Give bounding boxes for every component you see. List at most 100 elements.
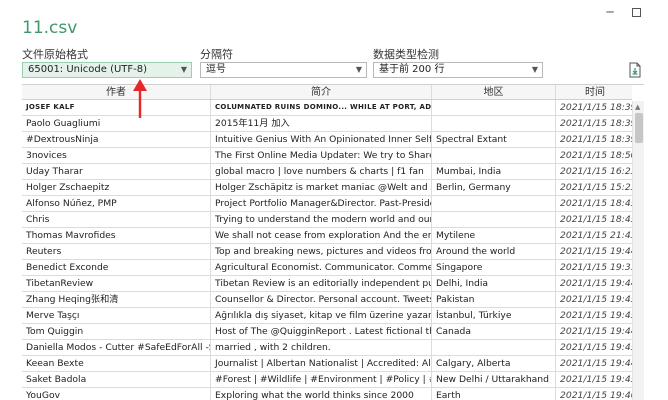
table-cell: 2021/1/15 21:43:0 — [560, 230, 634, 241]
table-cell: 2021/1/15 19:46:1 — [560, 390, 634, 400]
table-cell: Spectral Extant — [432, 132, 556, 147]
table-cell: Pakistan — [432, 292, 556, 307]
table-row: TibetanReview Tibetan Review is an editor… — [22, 276, 634, 292]
table-cell: Ağrılıkla dış siyaset, kitap ve film üze… — [211, 308, 432, 323]
table-cell — [432, 212, 556, 227]
table-cell: 2021/1/15 18:45:1 — [560, 198, 634, 209]
table-cell: 2021/1/15 18:45:5 — [560, 214, 634, 225]
table-cell: Thomas Mavrofides — [22, 228, 211, 243]
maximize-button[interactable] — [626, 4, 646, 20]
table-cell: Benedict Exconde — [22, 260, 211, 275]
table-cell: Holger Zschäpitz is market maniac @Welt … — [211, 180, 432, 195]
vertical-scrollbar[interactable]: ▲ — [632, 101, 644, 400]
detection-value: 基于前 200 行 — [379, 64, 445, 75]
table-cell: Merve Taşçı — [22, 308, 211, 323]
table-row: JOSEF KALF COLUMNATED RUINS DOMINO... WHI… — [22, 100, 634, 116]
detection-dropdown[interactable]: 基于前 200 行 ▼ — [373, 62, 543, 78]
table-cell — [432, 196, 556, 211]
export-sheet-icon[interactable] — [628, 62, 642, 78]
table-cell: Tom Quiggin — [22, 324, 211, 339]
table-cell: Intuitive Genius With An Opinionated Inn… — [211, 132, 432, 147]
table-cell: Singapore — [432, 260, 556, 275]
table-row: Merve Taşçı Ağrılıkla dış siyaset, kitap … — [22, 308, 634, 324]
table-cell: Project Portfolio Manager&Director. Past… — [211, 196, 432, 211]
delimiter-dropdown[interactable]: 逗号 ▼ — [200, 62, 367, 78]
table-cell: 3novices — [22, 148, 211, 163]
table-cell: New Delhi / Uttarakhand — [432, 372, 556, 387]
table-cell: 2021/1/15 18:39:5 — [560, 118, 634, 129]
table-cell: Uday Tharar — [22, 164, 211, 179]
table-row: Saket Badola #Forest | #Wildlife | #Envir… — [22, 372, 634, 388]
table-row: Tom Quiggin Host of The @QuigginReport . … — [22, 324, 634, 340]
chevron-down-icon: ▼ — [355, 65, 362, 74]
table-cell: Calgary, Alberta — [432, 356, 556, 371]
table-row: Paolo Guagliumi 2015年11月 加入 2021/1/15 18:3… — [22, 116, 634, 132]
scroll-up-icon[interactable]: ▲ — [635, 103, 640, 111]
red-arrow-annotation — [133, 79, 147, 118]
preview-table[interactable]: 作者 简介 地区 时间 JOSEF KALF COLUMNATED RUINS D… — [22, 84, 644, 400]
table-cell: Top and breaking news, pictures and vide… — [211, 244, 432, 259]
table-row: Chris Trying to understand the modern wor… — [22, 212, 634, 228]
table-cell: 2021/1/15 19:44:5 — [560, 278, 634, 289]
table-cell — [432, 340, 556, 355]
table-cell: Agricultural Economist. Communicator. Co… — [211, 260, 432, 275]
table-cell: Earth — [432, 388, 556, 400]
table-cell: 2021/1/15 18:39:1 — [560, 134, 634, 145]
scrollbar-thumb[interactable] — [635, 113, 643, 143]
table-cell: Tibetan Review is an editorially indepen… — [211, 276, 432, 291]
table-cell: global macro | love numbers & charts | f… — [211, 164, 432, 179]
table-cell: Around the world — [432, 244, 556, 259]
table-cell: 2021/1/15 15:23:1 — [560, 182, 634, 193]
maximize-icon — [631, 8, 641, 17]
table-cell: İstanbul, Türkiye — [432, 308, 556, 323]
table-cell: 2021/1/15 19:44:2 — [560, 358, 634, 369]
table-row: 3novices The First Online Media Updater: … — [22, 148, 634, 164]
table-row: Daniella Modos - Cutter #SafeEdForAll -S… — [22, 340, 634, 356]
table-cell: married , with 2 children. — [211, 340, 432, 355]
table-cell: Delhi, India — [432, 276, 556, 291]
table-cell: Holger Zschaepitz — [22, 180, 211, 195]
delimiter-value: 逗号 — [206, 64, 226, 75]
minimize-button[interactable]: ─ — [600, 4, 620, 20]
table-cell: 2021/1/15 19:44:0 — [560, 246, 634, 257]
table-cell: Mytilene — [432, 228, 556, 243]
table-cell: The First Online Media Updater: We try t… — [211, 148, 432, 163]
table-row: Keean Bexte Journalist | Albertan Nationa… — [22, 356, 634, 372]
table-cell: We shall not cease from exploration And … — [211, 228, 432, 243]
chevron-down-icon: ▼ — [531, 65, 538, 74]
table-row: #DextrousNinja Intuitive Genius With An O… — [22, 132, 634, 148]
table-cell: Daniella Modos - Cutter #SafeEdForAll -S… — [22, 340, 211, 355]
table-cell: 2021/1/15 19:45:4 — [560, 374, 634, 385]
table-cell: 2021/1/15 19:31:4 — [560, 262, 634, 273]
table-cell: 2021/1/15 19:45:1 — [560, 294, 634, 305]
table-row: Holger Zschaepitz Holger Zschäpitz is mar… — [22, 180, 634, 196]
table-cell: Keean Bexte — [22, 356, 211, 371]
table-cell: Host of The @QuigginReport . Latest fict… — [211, 324, 432, 339]
detection-label: 数据类型检测 — [373, 48, 439, 61]
table-row: Alfonso Núñez, PMP Project Portfolio Mana… — [22, 196, 634, 212]
table-cell: Reuters — [22, 244, 211, 259]
table-cell: 2021/1/15 16:23:5 — [560, 166, 634, 177]
table-header: 作者 简介 地区 时间 — [22, 85, 632, 100]
table-cell: 2021/1/15 19:45:5 — [560, 310, 634, 321]
column-header[interactable]: 地区 — [432, 85, 556, 99]
table-cell: 2015年11月 加入 — [211, 116, 432, 131]
column-header[interactable]: 简介 — [211, 85, 432, 99]
table-cell: 2021/1/15 18:39:2 — [560, 102, 634, 113]
table-cell: 2021/1/15 18:50:3 — [560, 150, 634, 161]
column-header[interactable]: 时间 — [556, 85, 634, 99]
table-cell: Alfonso Núñez, PMP — [22, 196, 211, 211]
table-row: Uday Tharar global macro | love numbers &… — [22, 164, 634, 180]
encoding-label: 文件原始格式 — [22, 48, 88, 61]
encoding-dropdown[interactable]: 65001: Unicode (UTF-8) ▼ — [22, 62, 192, 78]
table-cell: 2021/1/15 19:44:5 — [560, 326, 634, 337]
encoding-value: 65001: Unicode (UTF-8) — [28, 64, 148, 75]
table-cell: COLUMNATED RUINS DOMINO... WHILE AT PORT… — [211, 100, 432, 115]
table-cell: Chris — [22, 212, 211, 227]
column-header[interactable]: 作者 — [22, 85, 211, 99]
table-cell — [432, 148, 556, 163]
table-row: Benedict Exconde Agricultural Economist. … — [22, 260, 634, 276]
window-title: 11.csv — [22, 18, 78, 38]
table-cell: Saket Badola — [22, 372, 211, 387]
table-cell: Berlin, Germany — [432, 180, 556, 195]
